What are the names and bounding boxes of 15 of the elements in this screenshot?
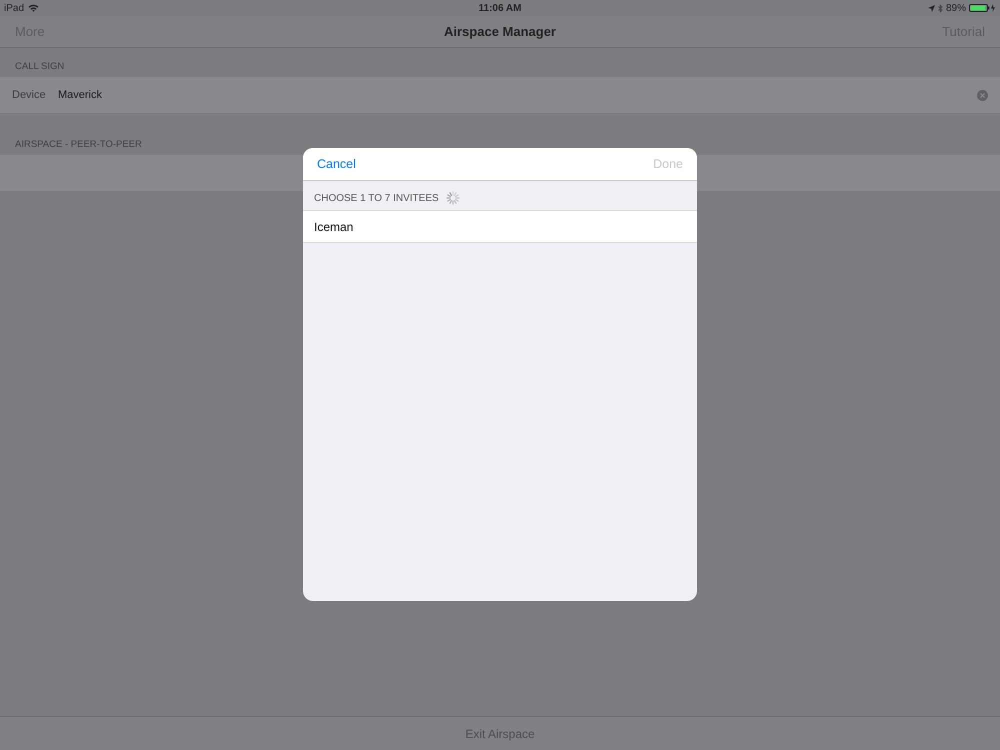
cancel-button[interactable]: Cancel bbox=[317, 157, 356, 171]
invitee-row[interactable]: Iceman bbox=[303, 210, 697, 243]
device-name: iPad bbox=[4, 2, 24, 14]
section-header: AIRSPACE - PEER-TO-PEER bbox=[14, 138, 143, 152]
battery-charging-icon bbox=[968, 4, 996, 12]
battery-percent: 89% bbox=[946, 2, 966, 14]
screen-title: Airspace Manager bbox=[444, 24, 556, 39]
section-header: CHOOSE 1 TO 7 INVITEES bbox=[314, 192, 439, 204]
device-name-field[interactable]: Device Maverick bbox=[0, 77, 1000, 114]
wifi-icon bbox=[28, 4, 40, 12]
section-header: CALL SIGN bbox=[14, 60, 66, 74]
status-time: 11:06 AM bbox=[478, 2, 522, 14]
bluetooth-icon bbox=[938, 4, 943, 12]
location-arrow-icon bbox=[928, 4, 935, 12]
clear-icon[interactable] bbox=[977, 90, 988, 100]
